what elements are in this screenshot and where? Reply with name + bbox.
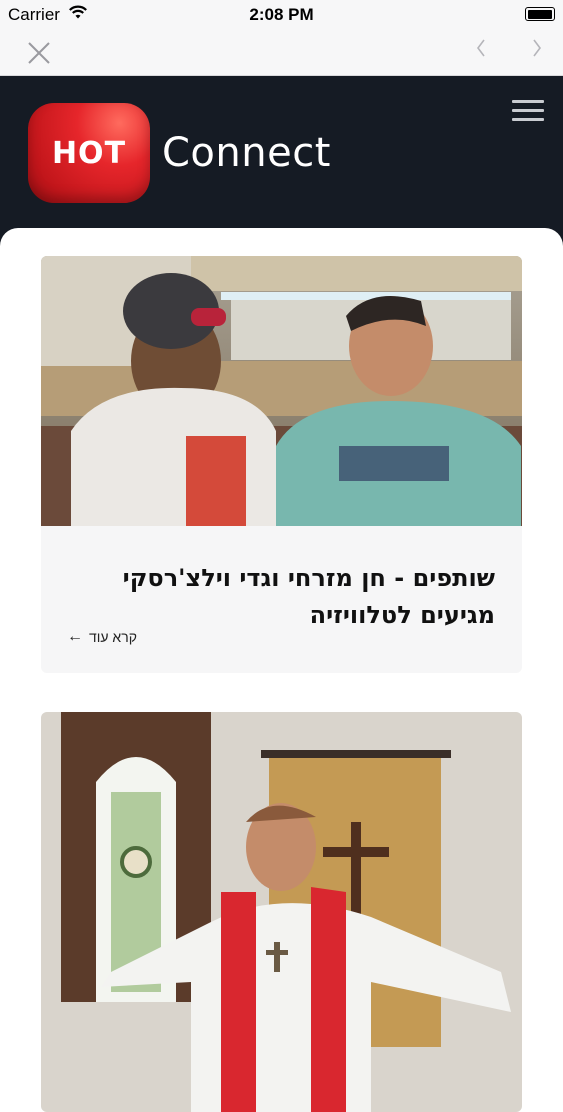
read-more-link[interactable]: ← קרא עוד	[67, 628, 137, 646]
hot-logo[interactable]: HOT	[28, 103, 150, 203]
logo-text: HOT	[51, 136, 127, 171]
read-more-label: קרא עוד	[89, 629, 137, 645]
clock: 2:08 PM	[249, 5, 314, 24]
chevron-right-icon[interactable]	[530, 34, 544, 68]
article-feed: שותפים - חן מזרחי וגדי וילצ'רסקי מגיעים …	[0, 228, 563, 1112]
battery-icon	[525, 7, 555, 21]
article-image[interactable]	[41, 712, 522, 1112]
browser-toolbar	[0, 30, 563, 76]
article-card[interactable]: שותפים - חן מזרחי וגדי וילצ'רסקי מגיעים …	[41, 256, 522, 673]
arrow-left-icon: ←	[67, 628, 83, 645]
site-header: HOT Connect	[0, 76, 563, 246]
close-icon[interactable]	[22, 36, 56, 70]
status-bar: Carrier 2:08 PM	[0, 0, 563, 30]
brand-name: Connect	[162, 130, 331, 176]
article-card[interactable]	[41, 712, 522, 1112]
article-title[interactable]: שותפים - חן מזרחי וגדי וילצ'רסקי מגיעים …	[55, 560, 495, 634]
article-image[interactable]	[41, 256, 522, 526]
hamburger-icon[interactable]	[512, 100, 544, 124]
chevron-left-icon[interactable]	[474, 34, 488, 68]
